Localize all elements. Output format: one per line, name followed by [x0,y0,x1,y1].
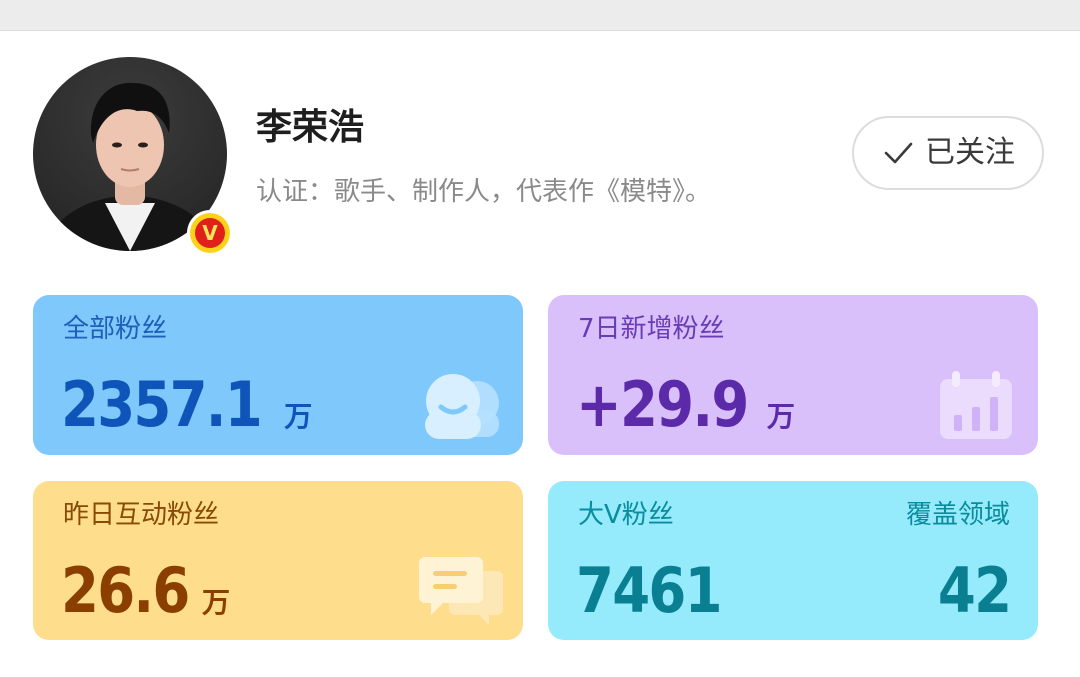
total-fans-label: 全部粉丝 [63,314,168,344]
profile-name: 李荣浩 [256,107,365,148]
interactive-fans-yesterday-card[interactable]: 昨日互动粉丝 26.6 万 [33,481,523,640]
new-fans-7d-number: +29.9 [576,368,749,441]
interactive-fans-yesterday-label: 昨日互动粉丝 [63,500,220,530]
new-fans-7d-value: +29.9 万 [576,365,795,455]
certification-text: 认证：歌手、制作人，代表作《模特》。 [256,177,712,207]
interactive-fans-yesterday-unit: 万 [201,586,230,619]
followed-button[interactable]: 已关注 [852,116,1044,190]
new-fans-7d-card[interactable]: 7日新增粉丝 +29.9 万 [548,295,1038,455]
fans-icon [425,374,499,439]
big-v-fans-number: 7461 [576,554,723,627]
total-fans-unit: 万 [284,400,313,433]
calendar-chart-icon [940,371,1012,439]
new-fans-7d-label: 7日新增粉丝 [578,314,725,344]
verified-badge-icon: V [190,213,230,253]
check-icon [884,142,913,164]
top-bar [0,0,1080,31]
verified-badge-letter: V [195,218,225,248]
new-fans-7d-unit: 万 [766,400,795,433]
chat-icon [419,557,503,625]
coverage-label: 覆盖领域 [905,500,1010,530]
big-v-fans-label: 大V粉丝 [578,500,674,530]
total-fans-card[interactable]: 全部粉丝 2357.1 万 [33,295,523,455]
total-fans-value: 2357.1 万 [61,365,312,455]
coverage-number: 42 [937,554,1012,627]
interactive-fans-yesterday-number: 26.6 [61,554,190,627]
followed-button-label: 已关注 [925,135,1015,170]
interactive-fans-yesterday-value: 26.6 万 [61,551,230,640]
coverage-value: 42 [928,551,1012,640]
big-v-fans-card[interactable]: 大V粉丝 覆盖领域 7461 42 [548,481,1038,640]
total-fans-number: 2357.1 [61,368,263,441]
big-v-fans-value: 7461 [576,551,741,640]
